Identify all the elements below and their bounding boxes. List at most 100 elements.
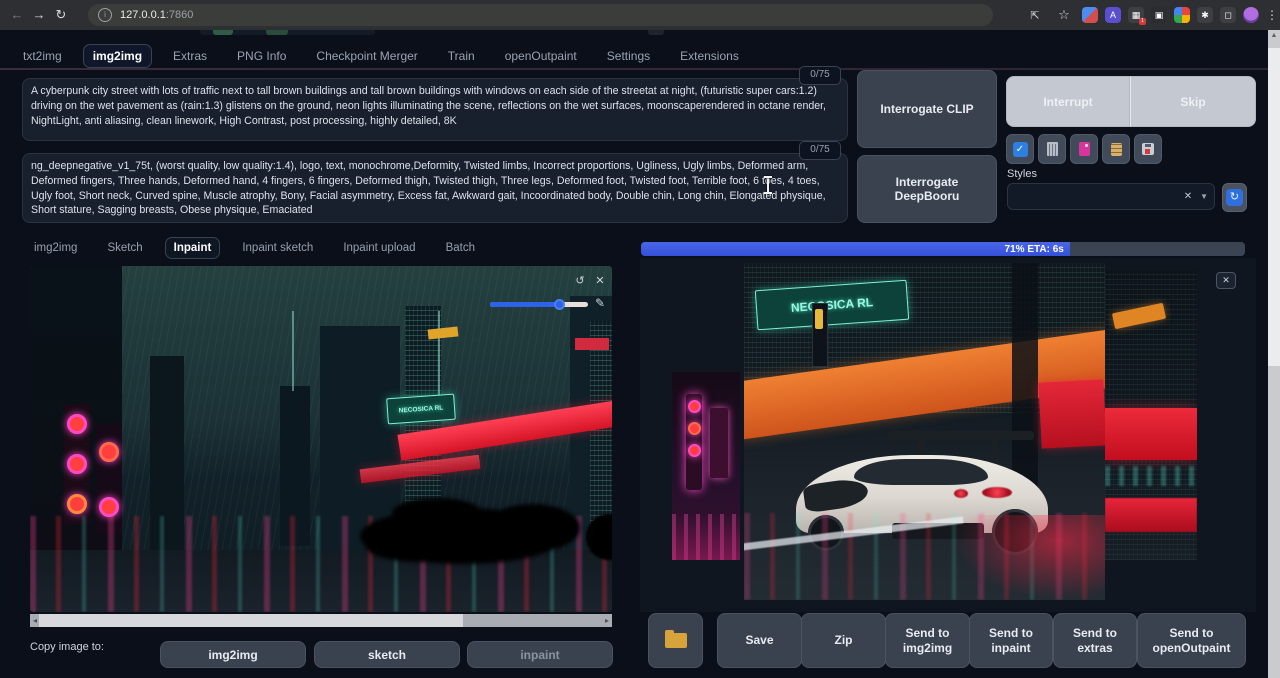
profile-avatar[interactable] xyxy=(1243,7,1259,23)
mode-tab-batch[interactable]: Batch xyxy=(438,238,483,258)
scrolled-fragment xyxy=(213,30,233,35)
neon-ring xyxy=(67,494,87,514)
reload-icon[interactable]: ↻ xyxy=(50,7,72,23)
copy-to-img2img-button[interactable]: img2img xyxy=(160,641,306,668)
mode-tab-sketch[interactable]: Sketch xyxy=(99,238,150,258)
clear-selection-icon[interactable]: ✕ xyxy=(1184,191,1192,202)
undo-icon[interactable]: ↺ xyxy=(572,274,588,289)
neon-ring xyxy=(99,442,119,462)
interrogate-clip-button[interactable]: Interrogate CLIP xyxy=(857,70,997,148)
mode-tab-img2img[interactable]: img2img xyxy=(26,238,85,258)
interrupt-button[interactable]: Interrupt xyxy=(1006,76,1130,127)
close-gallery-icon[interactable]: ✕ xyxy=(1216,272,1236,289)
tab-openoutpaint[interactable]: openOutpaint xyxy=(496,45,586,67)
neon-ring xyxy=(67,414,87,434)
extension-icon[interactable] xyxy=(1082,7,1098,23)
neon-sign-column xyxy=(64,404,90,524)
refresh-styles-button[interactable]: ↻ xyxy=(1222,183,1247,212)
extensions-puzzle-icon[interactable]: ✱ xyxy=(1197,7,1213,23)
inpaint-canvas[interactable]: NECOSICA RL xyxy=(30,266,612,612)
generation-progress-bar: 71% ETA: 6s xyxy=(641,242,1245,256)
skip-button[interactable]: Skip xyxy=(1130,76,1256,127)
negative-prompt-token-counter: 0/75 xyxy=(799,141,841,160)
scrolled-fragment xyxy=(648,30,664,35)
tab-settings[interactable]: Settings xyxy=(598,45,659,67)
skyscraper-spire xyxy=(292,311,294,391)
canvas-horizontal-scrollbar[interactable]: ◂ ▸ xyxy=(30,614,612,627)
extension-icon[interactable] xyxy=(1174,7,1190,23)
card-icon xyxy=(1079,142,1090,156)
open-folder-button[interactable] xyxy=(648,613,703,668)
extension-icon[interactable]: ▦1 xyxy=(1128,7,1144,23)
tab-txt2img[interactable]: txt2img xyxy=(14,45,71,67)
save-style-button[interactable] xyxy=(1134,134,1162,164)
brush-size-handle[interactable] xyxy=(554,299,565,310)
extra-networks-button[interactable] xyxy=(1070,134,1098,164)
gallery-image-previous[interactable] xyxy=(672,372,740,560)
tab-train[interactable]: Train xyxy=(439,45,484,67)
scrollbar-thumb[interactable] xyxy=(1268,48,1280,366)
progress-fill: 71% ETA: 6s xyxy=(641,242,1070,256)
copy-to-sketch-button[interactable]: sketch xyxy=(314,641,460,668)
paste-params-button[interactable]: ✓ xyxy=(1006,134,1034,164)
bookmark-star-icon[interactable]: ☆ xyxy=(1053,7,1075,23)
red-banner xyxy=(1038,379,1105,448)
brush-size-fill xyxy=(490,302,560,307)
chevron-down-icon[interactable]: ▼ xyxy=(1200,192,1208,201)
copy-to-inpaint-button[interactable]: inpaint xyxy=(467,641,613,668)
stable-diffusion-webui-window: ← → ↻ i 127.0.0.1:7860 ⇱ ☆ A ▦1 ▣ ✱ ◻ ⋮ … xyxy=(0,0,1280,678)
tab-png-info[interactable]: PNG Info xyxy=(228,45,295,67)
paste-icon: ✓ xyxy=(1013,142,1028,157)
save-icon xyxy=(1142,143,1154,155)
img2img-mode-tabs: img2img Sketch Inpaint Inpaint sketch In… xyxy=(26,236,483,260)
send-to-img2img-button[interactable]: Send to img2img xyxy=(885,613,970,668)
tab-divider xyxy=(0,68,1280,70)
site-info-icon[interactable]: i xyxy=(98,8,112,22)
tab-img2img[interactable]: img2img xyxy=(83,44,152,68)
extension-icon[interactable]: ◻ xyxy=(1220,7,1236,23)
clear-image-icon[interactable]: ✕ xyxy=(592,274,608,289)
address-bar[interactable]: i 127.0.0.1:7860 xyxy=(88,4,993,26)
folder-icon xyxy=(665,633,687,648)
url-text: 127.0.0.1:7860 xyxy=(120,9,193,21)
tab-extras[interactable]: Extras xyxy=(164,45,216,67)
page-scrollbar[interactable]: ▲ xyxy=(1268,30,1280,678)
send-to-openoutpaint-button[interactable]: Send to openOutpaint xyxy=(1137,613,1246,668)
gallery-image-current[interactable]: NECOSICA RL xyxy=(744,263,1105,600)
apply-styles-button[interactable] xyxy=(1102,134,1130,164)
scroll-right-icon[interactable]: ▸ xyxy=(602,614,612,627)
output-gallery[interactable]: NECOSICA RL xyxy=(640,258,1256,612)
neon-ring xyxy=(99,497,119,517)
scroll-up-icon[interactable]: ▲ xyxy=(1268,32,1280,39)
scrollbar-thumb[interactable] xyxy=(39,614,463,627)
progress-label: 71% ETA: 6s xyxy=(1005,244,1064,255)
mode-tab-inpaint-sketch[interactable]: Inpaint sketch xyxy=(234,238,321,258)
send-to-extras-button[interactable]: Send to extras xyxy=(1053,613,1137,668)
scroll-left-icon[interactable]: ◂ xyxy=(30,614,40,627)
styles-select[interactable]: ✕ ▼ xyxy=(1007,183,1215,210)
tab-extensions[interactable]: Extensions xyxy=(671,45,748,67)
neon-ring xyxy=(67,454,87,474)
prompt-input[interactable]: A cyberpunk city street with lots of tra… xyxy=(22,78,848,141)
forward-icon[interactable]: → xyxy=(28,7,50,23)
mode-tab-inpaint-upload[interactable]: Inpaint upload xyxy=(335,238,423,258)
save-button[interactable]: Save xyxy=(717,613,802,668)
neon-shop-sign: NECOSICA RL xyxy=(386,394,456,425)
gallery-image-next[interactable] xyxy=(1105,270,1197,560)
share-icon[interactable]: ⇱ xyxy=(1024,9,1046,22)
interrogate-deepbooru-button[interactable]: Interrogate DeepBooru xyxy=(857,155,997,223)
mode-tab-inpaint[interactable]: Inpaint xyxy=(165,237,221,259)
brush-icon[interactable]: ✎ xyxy=(592,296,608,311)
tab-checkpoint-merger[interactable]: Checkpoint Merger xyxy=(307,45,426,67)
clear-prompt-button[interactable] xyxy=(1038,134,1066,164)
extension-icon[interactable]: A xyxy=(1105,7,1121,23)
back-icon[interactable]: ← xyxy=(6,7,28,23)
browser-toolbar: ← → ↻ i 127.0.0.1:7860 ⇱ ☆ A ▦1 ▣ ✱ ◻ ⋮ xyxy=(0,0,1280,30)
negative-prompt-input[interactable]: ng_deepnegative_v1_75t, (worst quality, … xyxy=(22,153,848,223)
zip-button[interactable]: Zip xyxy=(801,613,886,668)
extension-icon[interactable]: ▣ xyxy=(1151,7,1167,23)
scrolled-fragment xyxy=(266,30,288,35)
browser-menu-icon[interactable]: ⋮ xyxy=(1266,8,1276,22)
send-to-inpaint-button[interactable]: Send to inpaint xyxy=(969,613,1053,668)
text-cursor xyxy=(762,176,773,193)
